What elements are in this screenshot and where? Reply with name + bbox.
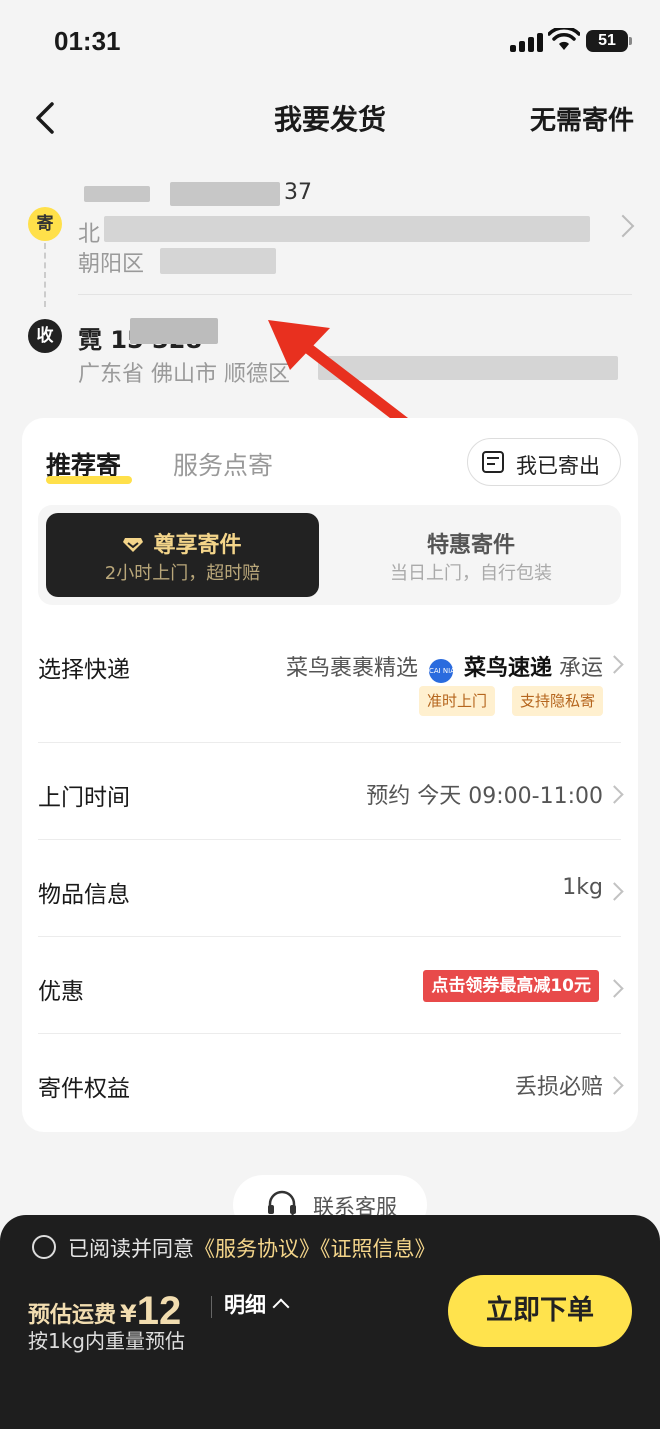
chevron-right-icon [611, 214, 635, 238]
cainiao-logo-icon: CAI NIAO [428, 659, 460, 683]
courier-value: 菜鸟裹裹精选 CAI NIAO 菜鸟速递 承运 [286, 650, 603, 683]
premium-subtitle: 2小时上门，超时赔 [104, 563, 261, 584]
courier-name: 菜鸟速递 [463, 656, 552, 681]
battery-tip [629, 37, 632, 45]
checkout-bar: 已阅读并同意《服务协议》《证照信息》 预估运费 ¥12 明细 按1kg内重量预估 … [0, 1215, 660, 1429]
blur-mosaic [130, 318, 218, 344]
row-divider [38, 936, 621, 937]
sender-address-line1: 北 [78, 222, 101, 247]
courier-prefix: 菜鸟裹裹精选 [285, 656, 418, 681]
discount-subtitle: 当日上门，自行包装 [390, 563, 552, 584]
benefits-value: 丢损必赔 [514, 1075, 603, 1100]
row-item-info[interactable]: 物品信息 1kg [38, 873, 624, 913]
cellular-signal-icon [510, 32, 544, 52]
receiver-address: 广东省 佛山市 顺德区 [78, 362, 290, 387]
blur-mosaic [170, 182, 280, 206]
agree-radio[interactable] [32, 1235, 56, 1259]
discount-title: 特惠寄件 [426, 533, 515, 558]
status-time: 01:31 [54, 26, 121, 56]
chevron-up-icon[interactable] [272, 1298, 290, 1316]
already-sent-button[interactable]: 我已寄出 [467, 438, 621, 486]
status-bar: 01:31 51 [0, 0, 660, 84]
premium-title-row: 尊享寄件 [46, 527, 319, 559]
courier-suffix: 承运 [558, 656, 603, 681]
item-info-label: 物品信息 [38, 882, 130, 908]
courier-label: 选择快递 [38, 657, 130, 683]
address-connector [44, 243, 46, 307]
row-benefits[interactable]: 寄件权益 丢损必赔 [38, 1067, 624, 1107]
diamond-icon [123, 538, 144, 552]
receiver-badge: 收 [28, 319, 62, 353]
tab-service-point[interactable]: 服务点寄 [173, 446, 273, 482]
wifi-icon [548, 28, 580, 50]
license-info-link[interactable]: 《证照信息》 [320, 1237, 436, 1261]
discount-label: 优惠 [38, 979, 84, 1005]
tag-ontime: 准时上门 [418, 686, 495, 716]
price-separator [211, 1296, 212, 1318]
pickup-time-label: 上门时间 [38, 785, 130, 811]
order-card: 推荐寄 服务点寄 我已寄出 尊享寄件 2小时上门，超时赔 特惠寄件 当日上门，自… [22, 418, 638, 1132]
blur-mosaic [104, 216, 590, 242]
premium-title: 尊享寄件 [153, 533, 242, 558]
sender-badge: 寄 [28, 207, 62, 241]
row-divider [38, 742, 621, 743]
sender-name-phone: 37 [284, 180, 312, 205]
service-agreement-link[interactable]: 《服务协议》 [194, 1237, 320, 1261]
row-divider [38, 839, 621, 840]
row-divider [38, 1033, 621, 1034]
sender-address-line2: 朝阳区 [78, 252, 145, 277]
agreement-text: 已阅读并同意《服务协议》《证照信息》 [68, 1233, 436, 1263]
row-pickup-time[interactable]: 上门时间 预约 今天 09:00-11:00 [38, 776, 624, 816]
tag-privacy: 支持隐私寄 [511, 686, 603, 716]
item-info-value: 1kg [562, 875, 603, 900]
battery-icon: 51 [586, 30, 628, 52]
place-order-button[interactable]: 立即下单 [448, 1275, 632, 1347]
estimate-note: 按1kg内重量预估 [28, 1329, 186, 1353]
service-type-segment: 尊享寄件 2小时上门，超时赔 特惠寄件 当日上门，自行包装 [38, 505, 621, 605]
chevron-right-icon [605, 785, 624, 804]
currency-symbol: ¥ [120, 1300, 137, 1328]
pickup-time-value: 预约 今天 09:00-11:00 [366, 784, 603, 809]
calendar-icon [482, 451, 504, 473]
tab-active-underline [46, 476, 132, 484]
premium-option[interactable]: 尊享寄件 2小时上门，超时赔 [46, 513, 319, 597]
chevron-right-icon [605, 882, 624, 901]
agree-prefix: 已阅读并同意 [68, 1237, 194, 1261]
blur-mosaic [84, 186, 150, 202]
already-sent-label: 我已寄出 [516, 454, 600, 478]
no-send-button[interactable]: 无需寄件 [530, 100, 634, 137]
coupon-badge[interactable]: 点击领券最高减10元 [423, 970, 599, 1002]
chevron-right-icon [605, 655, 624, 674]
price-detail-button[interactable]: 明细 [224, 1289, 266, 1319]
row-courier[interactable]: 选择快递 菜鸟裹裹精选 CAI NIAO 菜鸟速递 承运 准时上门 支持隐私寄 [38, 648, 624, 742]
row-discount[interactable]: 优惠 点击领券最高减10元 [38, 970, 624, 1010]
chevron-right-icon [605, 979, 624, 998]
blur-mosaic [160, 248, 276, 274]
chevron-right-icon [605, 1076, 624, 1095]
address-divider [78, 294, 632, 295]
benefits-label: 寄件权益 [38, 1076, 130, 1102]
